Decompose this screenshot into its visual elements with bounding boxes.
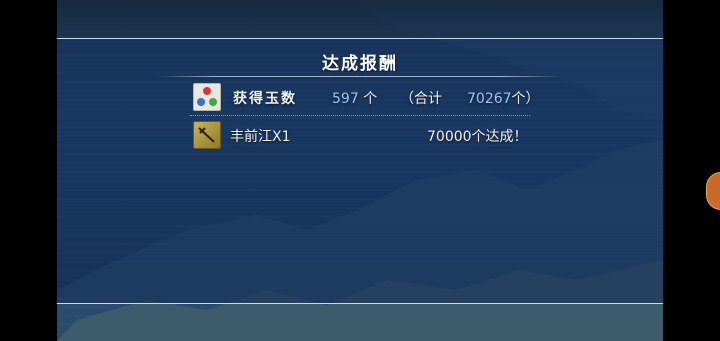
game-screen: 达成报酬 获得玉数 597 个 （合计 70267个） 丰前江X1 70000个… xyxy=(57,0,663,341)
jade-label: 获得玉数 xyxy=(233,91,297,107)
panel-title: 达成报酬 xyxy=(322,54,398,74)
jade-count-value: 597 xyxy=(332,91,359,107)
item-reward-row: 丰前江X1 70000个达成！ xyxy=(190,121,530,149)
jade-count: 597 个 xyxy=(332,88,377,108)
total-count: 70267个） xyxy=(467,88,540,108)
top-band xyxy=(57,0,663,38)
item-name: 丰前江X1 xyxy=(230,129,291,145)
total-suffix: 个） xyxy=(511,91,540,107)
reward-panel: 达成报酬 获得玉数 597 个 （合计 70267个） 丰前江X1 70000个… xyxy=(57,38,663,304)
sword-icon xyxy=(193,121,221,149)
total-label: （合计 xyxy=(400,91,442,107)
total-value: 70267 xyxy=(467,91,512,107)
achievement-text: 70000个达成！ xyxy=(427,129,528,145)
row-divider xyxy=(190,115,530,116)
sword-glyph xyxy=(198,127,215,143)
jade-icon xyxy=(193,83,221,111)
jade-reward-row: 获得玉数 597 个 （合计 70267个） xyxy=(190,83,540,111)
side-assist-button[interactable] xyxy=(706,172,720,210)
title-divider xyxy=(157,76,562,77)
jade-count-unit: 个 xyxy=(363,91,378,107)
